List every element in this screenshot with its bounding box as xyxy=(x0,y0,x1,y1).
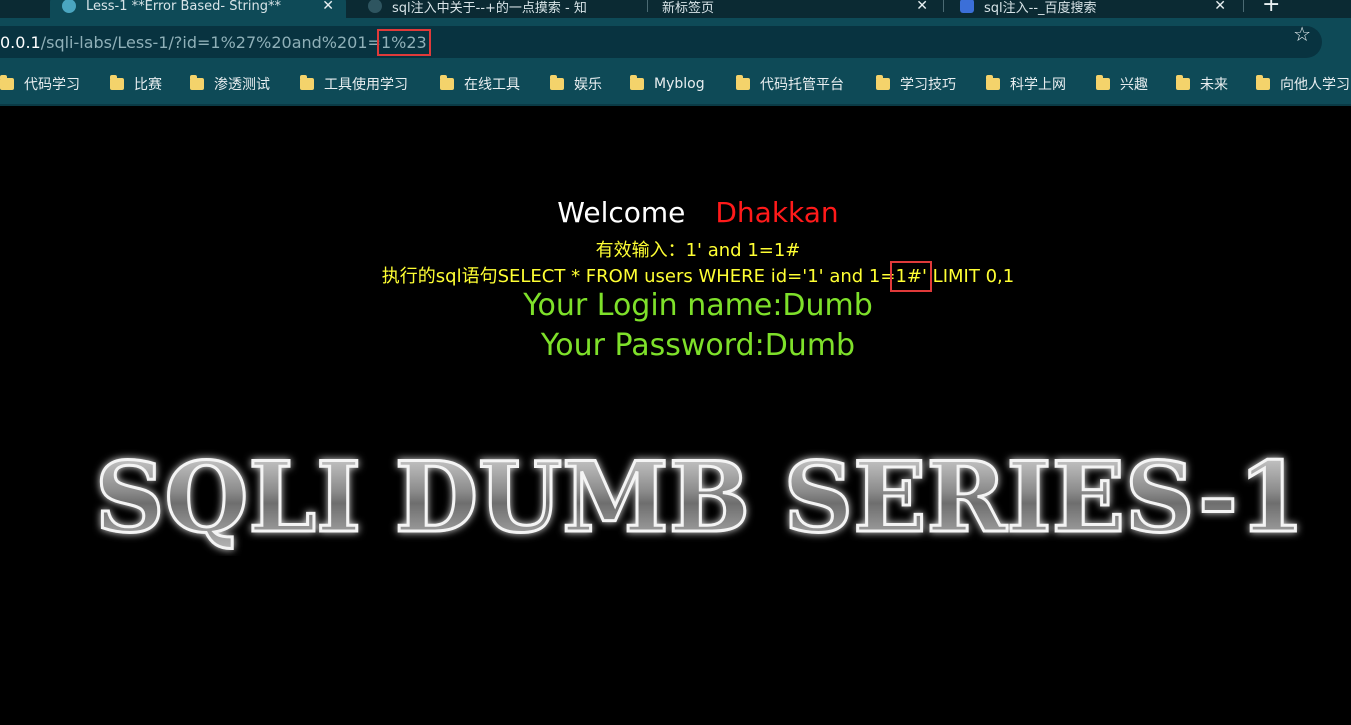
globe-icon xyxy=(62,0,76,13)
folder-icon xyxy=(110,75,124,90)
tab-new-page[interactable]: 新标签页 ✕ xyxy=(650,0,940,18)
bookmark-folder[interactable]: 代码学习 xyxy=(0,74,80,94)
tab-less-1[interactable]: Less-1 **Error Based- String** ✕ xyxy=(50,0,346,18)
bookmark-label: 娱乐 xyxy=(574,77,602,93)
address-bar[interactable]: 0.0.1/sqli-labs/Less-1/?id=1%27%20and%20… xyxy=(0,26,1322,58)
bookmark-label: 比赛 xyxy=(134,77,162,93)
bookmark-folder[interactable]: 比赛 xyxy=(110,74,162,94)
tab-divider xyxy=(1243,0,1244,12)
valid-input-text: 有效输入：1' and 1=1# xyxy=(595,240,801,261)
bookmark-folder[interactable]: 学习技巧 xyxy=(876,74,956,94)
bookmark-folder[interactable]: 科学上网 xyxy=(986,74,1066,94)
close-icon[interactable]: ✕ xyxy=(322,0,334,14)
tab-zhihu[interactable]: sql注入中关于--+的一点摸索 - 知 xyxy=(356,0,646,18)
executed-sql: 执行的sql语句SELECT * FROM users WHERE id='1'… xyxy=(0,261,1351,292)
bookmark-label: 渗透测试 xyxy=(214,77,270,93)
folder-icon xyxy=(1176,75,1190,90)
bookmark-folder[interactable]: Myblog xyxy=(630,74,705,94)
folder-icon xyxy=(190,75,204,90)
baidu-icon xyxy=(960,0,974,13)
sql-suffix: LIMIT 0,1 xyxy=(926,266,1015,287)
sqli-dumb-series-banner: SQLI DUMB SERIES-1 xyxy=(94,440,1307,556)
bookmark-label: 代码学习 xyxy=(24,77,80,93)
url-path: /sqli-labs/Less-1/?id=1%27%20and%201= xyxy=(40,33,381,52)
sql-prefix: 执行的sql语句SELECT * FROM users WHERE id='1'… xyxy=(381,266,896,287)
tab-divider xyxy=(943,0,944,12)
bookmark-label: 向他人学习 xyxy=(1280,77,1350,93)
bookmarks-bar: 代码学习 比赛 渗透测试 工具使用学习 在线工具 娱乐 Myblog 代码托管平… xyxy=(0,66,1351,106)
star-icon[interactable]: ☆ xyxy=(1293,22,1311,46)
site-icon xyxy=(368,0,382,13)
folder-icon xyxy=(1096,75,1110,90)
login-name: Your Login name:Dumb xyxy=(523,288,873,323)
folder-icon xyxy=(630,75,644,90)
bookmark-folder[interactable]: 未来 xyxy=(1176,74,1228,94)
folder-icon xyxy=(300,75,314,90)
bookmark-folder[interactable]: 娱乐 xyxy=(550,74,602,94)
bookmark-label: 科学上网 xyxy=(1010,77,1066,93)
folder-icon xyxy=(440,75,454,90)
bookmark-folder[interactable]: 工具使用学习 xyxy=(300,74,408,94)
bookmark-label: 学习技巧 xyxy=(900,77,956,93)
banner-text: SQLI DUMB SERIES-1 xyxy=(95,441,1305,554)
url-host: 0.0.1 xyxy=(0,33,41,52)
bookmark-folder[interactable]: 在线工具 xyxy=(440,74,520,94)
sql-highlight: 1#' xyxy=(890,261,933,292)
folder-icon xyxy=(736,75,750,90)
tab-title: Less-1 **Error Based- String** xyxy=(86,0,281,14)
bookmark-label: 工具使用学习 xyxy=(324,77,408,93)
bookmark-label: 代码托管平台 xyxy=(760,77,844,93)
welcome-name: Dhakkan xyxy=(715,196,839,229)
bookmark-folder[interactable]: 向他人学习 xyxy=(1256,74,1350,94)
bookmark-folder[interactable]: 兴趣 xyxy=(1096,74,1148,94)
password-text: Your Password:Dumb xyxy=(540,328,856,363)
bookmark-folder[interactable]: 代码托管平台 xyxy=(736,74,844,94)
tab-baidu[interactable]: sql注入--_百度搜索 ✕ xyxy=(948,0,1238,18)
tab-strip: Less-1 **Error Based- String** ✕ sql注入中关… xyxy=(0,0,1351,18)
folder-icon xyxy=(1256,75,1270,90)
bookmark-folder[interactable]: 渗透测试 xyxy=(190,74,270,94)
tab-title: sql注入中关于--+的一点摸索 - 知 xyxy=(392,0,587,16)
folder-icon xyxy=(876,75,890,90)
url-text: 0.0.1/sqli-labs/Less-1/?id=1%27%20and%20… xyxy=(0,29,431,56)
folder-icon xyxy=(0,75,14,90)
folder-icon xyxy=(550,75,564,90)
bookmark-label: 在线工具 xyxy=(464,77,520,93)
tab-title: 新标签页 xyxy=(662,0,715,16)
tab-divider xyxy=(647,0,648,12)
bookmark-label: 兴趣 xyxy=(1120,77,1148,93)
tab-title: sql注入--_百度搜索 xyxy=(984,0,1097,16)
close-icon[interactable]: ✕ xyxy=(916,0,928,14)
page-content: Welcome Dhakkan 有效输入：1' and 1=1# 执行的sql语句… xyxy=(0,106,1351,725)
close-icon[interactable]: ✕ xyxy=(1214,0,1226,14)
welcome-label: Welcome xyxy=(557,196,686,229)
url-highlight: 1%23 xyxy=(376,29,431,56)
new-tab-button[interactable]: + xyxy=(1262,0,1280,17)
toolbar: 0.0.1/sqli-labs/Less-1/?id=1%27%20and%20… xyxy=(0,18,1351,66)
folder-icon xyxy=(986,75,1000,90)
bookmark-label: 未来 xyxy=(1200,77,1228,93)
welcome-line: Welcome Dhakkan xyxy=(0,196,1351,229)
bookmark-label: Myblog xyxy=(654,76,705,92)
